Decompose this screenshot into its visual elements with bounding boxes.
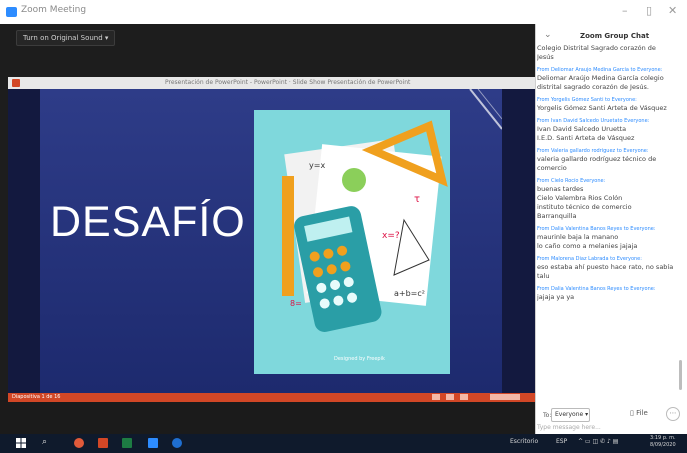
clock[interactable]: 3:19 p. m. 8/09/2020 [650, 435, 676, 449]
excel-icon[interactable] [122, 438, 132, 448]
message-line: Yorgelis Gómez Santi Arteta de Vásquez [537, 104, 667, 112]
tray-icons[interactable]: ^ ▭ ◫ ✆ ♪ ▤ [578, 438, 618, 445]
zoom-icon [6, 7, 17, 17]
message-line: Jesús [537, 53, 554, 61]
chat-message: From Dalia Valentina Banos Reyes to Ever… [537, 286, 677, 302]
edge-icon[interactable] [172, 438, 182, 448]
chat-title: Zoom Group Chat [580, 32, 650, 40]
message-sender[interactable]: From Ivan David Salcedo Uruetato Everyon… [537, 118, 677, 125]
message-line: eso estaba ahí puesto hace rato, no sabí… [537, 263, 674, 271]
clock-time: 3:19 p. m. [650, 435, 676, 441]
file-icon: ▯ [630, 409, 634, 417]
recipient-value: Everyone [555, 411, 584, 418]
chat-message: From Valeria gallardo rodríguez to Every… [537, 148, 677, 173]
message-line: maurinle baja la manano [537, 233, 619, 241]
message-sender[interactable]: From Valeria gallardo rodríguez to Every… [537, 148, 677, 155]
chat-message: Colegio Distrital Sagrado corazón de Jes… [537, 44, 677, 62]
normal-view-icon[interactable] [432, 394, 440, 400]
message-sender[interactable]: From Dalia Valentina Banos Reyes to Ever… [537, 286, 677, 293]
chat-input[interactable]: Type message here... [537, 424, 677, 434]
chat-message: From Cielo Rocío Everyone: buenas tardes… [537, 178, 677, 221]
message-line: Deliomar Araújo Medina García colegio [537, 74, 664, 82]
message-sender[interactable]: From Cielo Rocío Everyone: [537, 178, 677, 185]
file-label: File [636, 409, 648, 417]
chat-message-list: Colegio Distrital Sagrado corazón de Jes… [537, 44, 677, 384]
powerpoint-taskbar-icon[interactable] [98, 438, 108, 448]
message-line: Colegio Distrital Sagrado corazón de [537, 44, 656, 52]
message-line: talu [537, 272, 550, 280]
slide-letterbox-right [502, 89, 535, 393]
message-line: Cielo Valembra Rios Colón [537, 194, 623, 202]
windows-start-icon[interactable] [16, 438, 26, 448]
chat-message: From Ivan David Salcedo Uruetato Everyon… [537, 118, 677, 143]
slide-counter: Diapositiva 1 de 16 [12, 394, 61, 400]
message-line: comercio [537, 164, 567, 172]
more-options-icon[interactable]: ⋯ [666, 407, 680, 421]
desktop-label[interactable]: Escritorio [510, 438, 538, 445]
slide-sorter-icon[interactable] [446, 394, 454, 400]
share-bottom-area [0, 402, 535, 432]
recipient-select[interactable]: Everyone ▾ [551, 408, 590, 422]
ppt-status-bar [8, 393, 535, 402]
message-line: Barranquilla [537, 212, 577, 220]
zoom-slider[interactable] [490, 394, 520, 400]
chat-message: From Dalia Valentina Banos Reyes to Ever… [537, 226, 677, 251]
reading-view-icon[interactable] [460, 394, 468, 400]
svg-text:8=: 8= [290, 299, 302, 308]
message-line: Ivan David Salcedo Uruetta [537, 125, 627, 133]
slide-heading: DESAFÍO 8 [50, 198, 284, 246]
svg-text:y=x: y=x [309, 161, 325, 170]
message-sender[interactable]: From Deliomar Araujo Medina García to Ev… [537, 67, 677, 74]
close-icon[interactable]: ✕ [668, 4, 677, 17]
minimize-icon[interactable]: – [622, 4, 628, 17]
message-line: valeria gallardo rodríguez técnico de [537, 155, 657, 163]
window-title-bar [0, 0, 687, 24]
chat-message: From Deliomar Araujo Medina García to Ev… [537, 67, 677, 92]
message-line: instituto técnico de comercio [537, 203, 632, 211]
message-sender[interactable]: From Dalia Valentina Banos Reyes to Ever… [537, 226, 677, 233]
message-line: I.E.D. Santi Arteta de Vásquez [537, 134, 635, 142]
message-line: buenas tardes [537, 185, 584, 193]
powerpoint-icon [12, 79, 20, 87]
message-sender[interactable]: From Yorgelis Gómez Santi to Everyone: [537, 97, 677, 104]
search-icon[interactable]: ⌕ [42, 437, 47, 447]
file-button[interactable]: ▯ File [630, 409, 648, 417]
message-sender[interactable]: From Malorena Diaz Labrada to Everyone: [537, 256, 677, 263]
svg-text:a+b=c²: a+b=c² [394, 289, 425, 298]
chrome-icon[interactable] [74, 438, 84, 448]
window-title: Zoom Meeting [21, 5, 87, 15]
message-line: distrital sagrado corazón de Jesús. [537, 83, 649, 91]
slide-letterbox-left [8, 89, 40, 393]
original-sound-button[interactable]: Turn on Original Sound ▾ [16, 30, 116, 46]
message-line: jajaja ya ya [537, 293, 575, 301]
zoom-taskbar-icon[interactable] [148, 438, 158, 448]
math-illustration: τ x=? y=x a+b=c² 8= Designed by Freepik [254, 110, 450, 374]
collapse-chevron-icon[interactable]: ⌄ [544, 30, 552, 40]
chat-message: From Malorena Diaz Labrada to Everyone: … [537, 256, 677, 281]
chat-scrollbar[interactable] [679, 360, 682, 390]
clock-date: 8/09/2020 [650, 442, 676, 448]
language-indicator[interactable]: ESP [556, 438, 567, 445]
ppt-window-title: Presentación de PowerPoint - PowerPoint … [165, 79, 411, 86]
message-line: lo caño como a melanies jajaja [537, 242, 638, 250]
chat-message: From Yorgelis Gómez Santi to Everyone: Y… [537, 97, 677, 113]
svg-text:x=?: x=? [382, 231, 400, 241]
maximize-icon[interactable]: ▯ [646, 4, 652, 17]
svg-text:τ: τ [414, 194, 420, 205]
image-caption: Designed by Freepik [334, 356, 385, 362]
original-sound-label: Turn on Original Sound [23, 34, 103, 42]
